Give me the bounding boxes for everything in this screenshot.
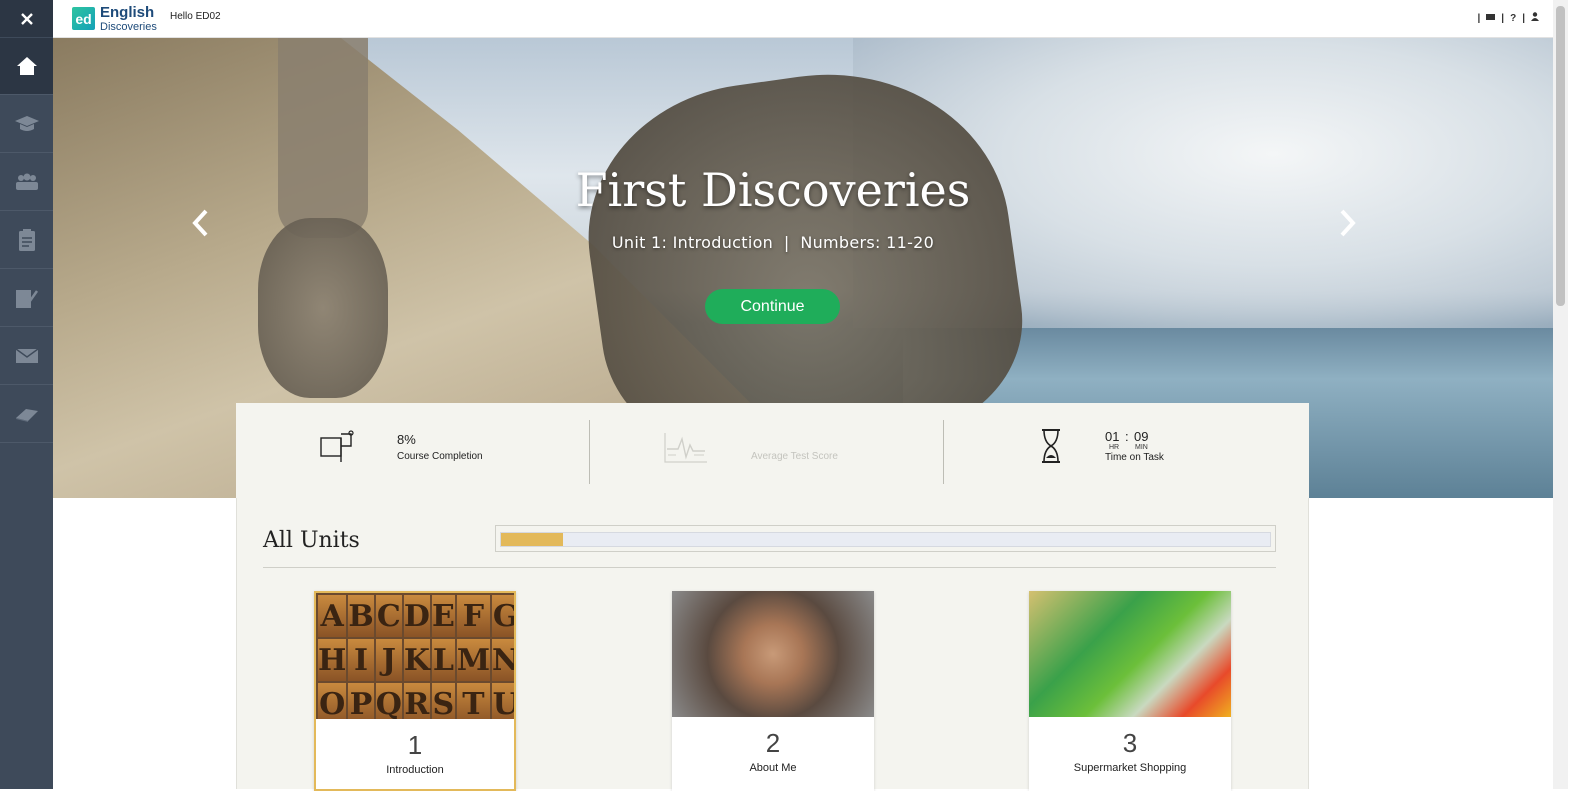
sidebar-item-assignments[interactable] — [0, 212, 53, 269]
checklist-icon — [15, 290, 38, 308]
letter-block: L — [431, 639, 455, 681]
hourglass-icon — [1042, 429, 1060, 463]
stats-panel: 8% Course Completion Average Test Score … — [236, 403, 1309, 498]
sidebar-item-library[interactable] — [0, 386, 53, 443]
letter-block: A — [318, 595, 347, 637]
letter-block: H — [318, 639, 347, 681]
unit-image-hands — [672, 591, 874, 717]
unit-card-supermarket-shopping[interactable]: 3 Supermarket Shopping — [1029, 591, 1231, 791]
letter-block: T — [456, 683, 491, 719]
letter-block: G — [492, 595, 514, 637]
time-hours: 01 — [1105, 429, 1120, 444]
sidebar-item-courses[interactable] — [0, 96, 53, 153]
envelope-icon — [15, 348, 38, 363]
graduation-cap-icon — [14, 116, 39, 131]
time-min-label: MIN — [1135, 444, 1148, 451]
logo-title[interactable]: English — [100, 4, 154, 21]
average-test-score-label: Average Test Score — [751, 451, 838, 462]
letter-block: B — [348, 595, 374, 637]
unit-image-letters: ABCDEFG HIJKLMN OPQRSTU — [316, 593, 514, 719]
letter-block: R — [403, 683, 430, 719]
letterpress-blocks: ABCDEFG HIJKLMN OPQRSTU — [316, 593, 514, 719]
letter-block: Q — [375, 683, 402, 719]
units-progress-bar — [495, 525, 1276, 552]
letter-block: E — [431, 595, 455, 637]
sidebar-item-community[interactable] — [0, 154, 53, 211]
time-minutes: 09 — [1134, 429, 1149, 444]
progress-fill — [501, 533, 563, 546]
letter-block: I — [348, 639, 374, 681]
letter-block: U — [492, 683, 514, 719]
letter-block: P — [348, 683, 374, 719]
divider — [589, 420, 590, 484]
sidebar-close-button[interactable] — [0, 0, 53, 37]
course-completion-label: Course Completion — [397, 451, 483, 462]
divider: | — [1501, 12, 1505, 24]
current-lesson: Unit 1: Introduction | Numbers: 11-20 — [611, 233, 935, 252]
unit-image-shopping-cart — [1029, 591, 1231, 717]
sidebar — [0, 0, 53, 789]
divider: | — [1522, 12, 1525, 24]
logo-subtitle[interactable]: Discoveries — [100, 21, 157, 33]
letter-block: N — [492, 639, 514, 681]
pulse-chart-icon — [664, 433, 707, 463]
sidebar-item-messages[interactable] — [0, 328, 53, 385]
clipboard-icon — [18, 229, 35, 251]
course-title: First Discoveries — [575, 163, 971, 217]
letter-block: J — [375, 639, 402, 681]
flag-icon — [320, 430, 354, 462]
letter-block: D — [403, 595, 430, 637]
user-greeting: Hello ED02 — [170, 11, 221, 22]
divider — [263, 567, 1276, 568]
top-bar: ed English Discoveries Hello ED02 | | ? … — [53, 0, 1553, 38]
unit-card-about-me[interactable]: 2 About Me — [672, 591, 874, 791]
letter-block: K — [403, 639, 430, 681]
letter-block: M — [456, 639, 491, 681]
time-hr-label: HR — [1109, 444, 1120, 451]
scrollbar-thumb[interactable] — [1556, 6, 1565, 306]
book-icon[interactable] — [1486, 13, 1496, 24]
group-icon — [15, 173, 38, 190]
continue-button[interactable]: Continue — [705, 289, 840, 324]
page-scrollbar[interactable] — [1553, 0, 1568, 789]
sidebar-item-home[interactable] — [0, 38, 53, 95]
unit-number: 3 — [1122, 728, 1138, 758]
help-icon[interactable]: ? — [1510, 13, 1516, 24]
sidebar-item-tests[interactable] — [0, 270, 53, 327]
divider — [943, 420, 944, 484]
divider: | — [1477, 12, 1481, 24]
user-icon[interactable] — [1531, 12, 1539, 24]
unit-number: 2 — [765, 728, 781, 758]
letter-block: O — [318, 683, 347, 719]
unit-name: About Me — [749, 762, 797, 774]
time-on-task-label: Time on Task — [1105, 452, 1164, 463]
close-icon — [20, 12, 33, 25]
unit-number: 1 — [407, 730, 423, 760]
unit-card-introduction[interactable]: ABCDEFG HIJKLMN OPQRSTU 1 Introduction — [314, 591, 516, 791]
time-separator: : — [1125, 429, 1129, 444]
letter-block: F — [456, 595, 491, 637]
progress-track — [500, 532, 1271, 547]
book-icon — [15, 409, 38, 422]
logo-mark[interactable]: ed — [72, 7, 95, 30]
top-icons: | | ? | — [1477, 12, 1539, 24]
letter-block: S — [431, 683, 455, 719]
all-units-heading: All Units — [263, 528, 360, 553]
units-panel: All Units ABCDEFG HIJKLMN OPQRSTU 1 Introd… — [236, 498, 1309, 791]
unit-name: Introduction — [386, 764, 444, 776]
letter-block: C — [375, 595, 402, 637]
unit-name: Supermarket Shopping — [1073, 762, 1187, 774]
home-icon — [16, 57, 37, 75]
course-completion-value: 8% — [397, 432, 416, 447]
